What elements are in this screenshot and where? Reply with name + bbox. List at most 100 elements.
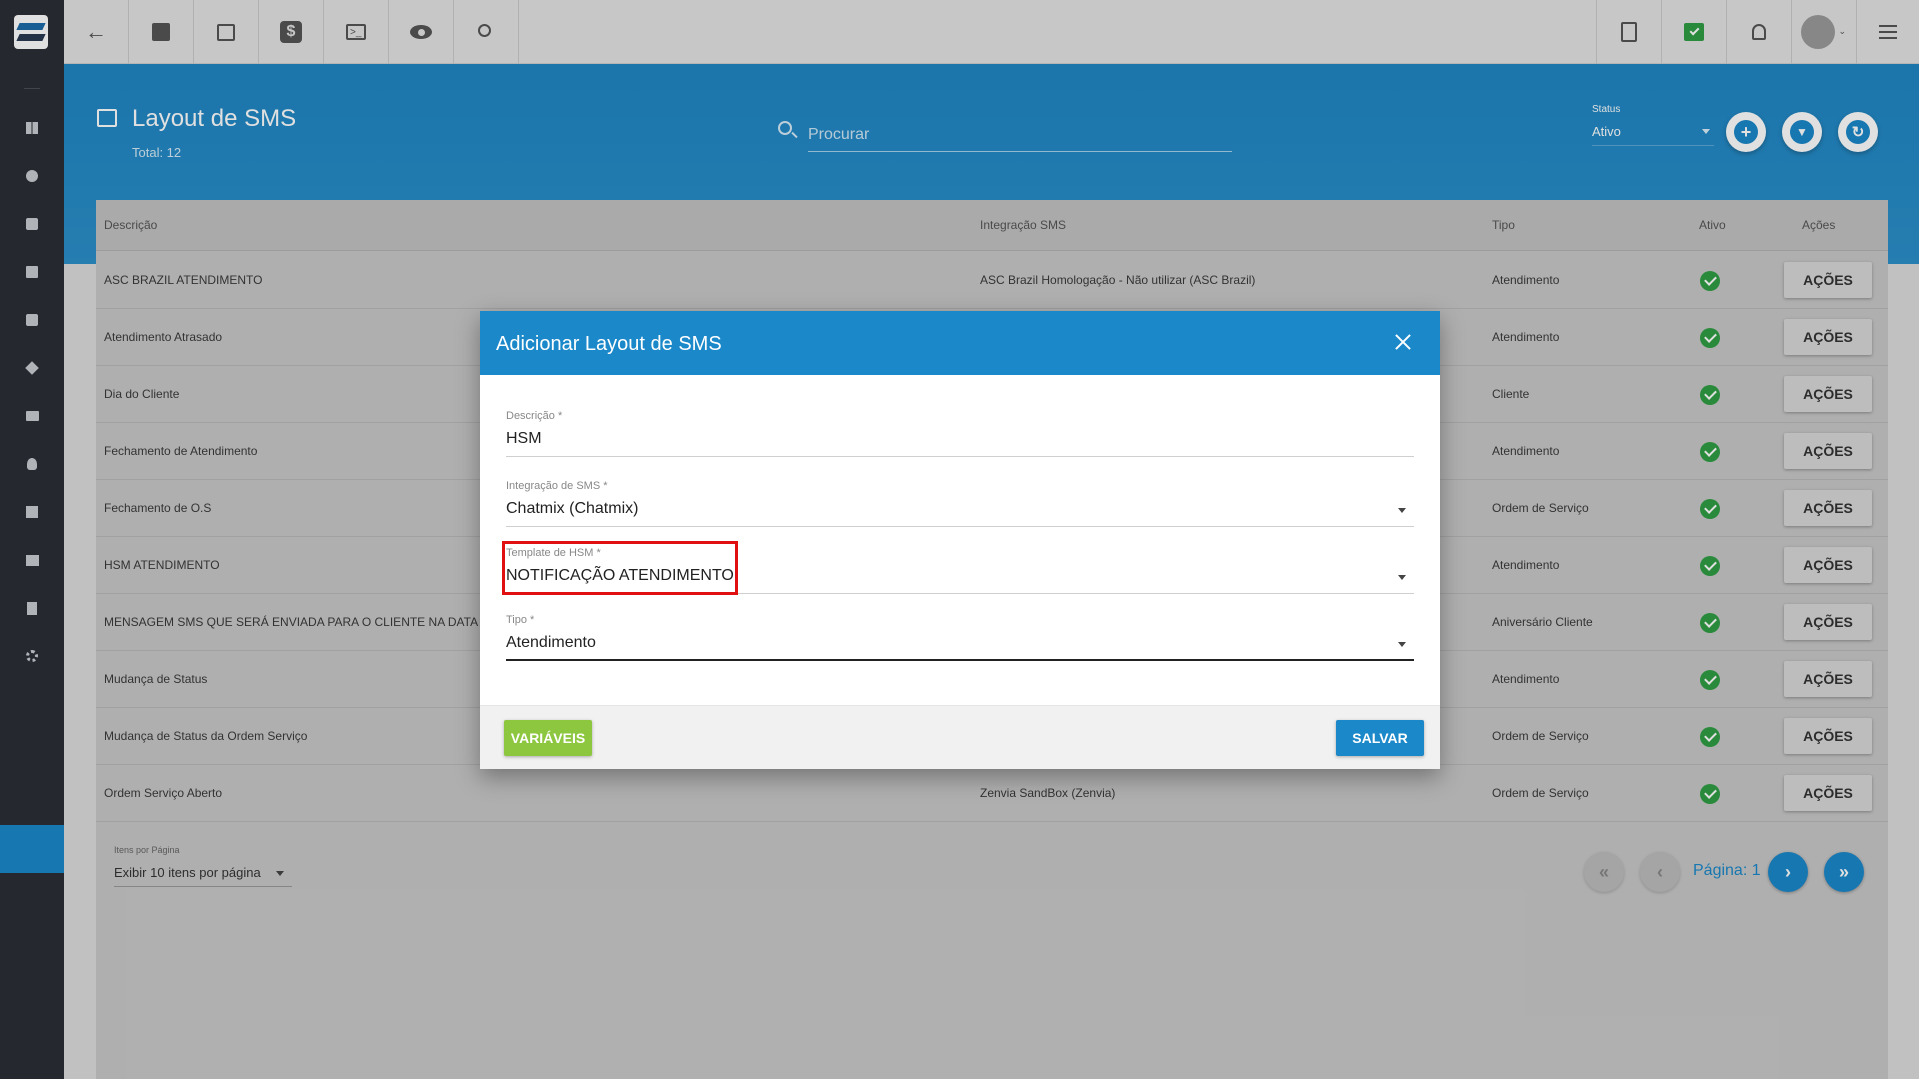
pdf-file-icon[interactable] (1596, 0, 1661, 64)
per-page-select[interactable]: Exibir 10 itens por página (114, 863, 292, 887)
status-label: Status (1592, 104, 1621, 115)
actions-button[interactable]: AÇÕES (1784, 604, 1872, 640)
calendar-icon[interactable] (24, 312, 40, 328)
row-descricao: Mudança de Status da Ordem Serviço (104, 729, 308, 743)
add-button[interactable]: + (1726, 112, 1766, 152)
dialog-header: Adicionar Layout de SMS (480, 311, 1440, 375)
terminal-icon[interactable]: >_ (324, 0, 389, 64)
sidebar-divider (24, 88, 40, 89)
person-pin-icon[interactable] (24, 456, 40, 472)
prev-page-button[interactable]: ‹ (1640, 852, 1680, 892)
palette-icon[interactable] (24, 168, 40, 184)
contact-card-icon[interactable] (129, 0, 194, 64)
sidebar-active-indicator[interactable] (0, 825, 64, 873)
bell-icon[interactable] (1726, 0, 1791, 64)
close-icon[interactable] (1392, 331, 1414, 353)
avatar[interactable]: ⌄ (1791, 0, 1856, 64)
integracao-dropdown[interactable]: Chatmix (Chatmix) (506, 499, 1414, 527)
chevron-down-icon (1702, 129, 1710, 134)
row-tipo: Ordem de Serviço (1492, 786, 1589, 800)
actions-button[interactable]: AÇÕES (1784, 319, 1872, 355)
integracao-select[interactable]: Integração de SMS * Chatmix (Chatmix) (506, 480, 1414, 527)
storage-icon[interactable] (24, 552, 40, 568)
table-row[interactable]: Ordem Serviço Aberto Zenvia SandBox (Zen… (96, 765, 1888, 822)
document-icon[interactable] (24, 600, 40, 616)
app-logo[interactable] (14, 15, 48, 49)
table-header: Descrição Integração SMS Tipo Ativo Açõe… (96, 200, 1888, 251)
dialog-title: Adicionar Layout de SMS (496, 333, 722, 355)
per-page-label: Itens por Página (114, 845, 180, 855)
active-check-icon (1700, 442, 1720, 462)
money-icon[interactable] (24, 408, 40, 424)
active-check-icon (1700, 499, 1720, 519)
descricao-input[interactable]: HSM (506, 429, 1414, 457)
calendar-clock-icon[interactable] (194, 0, 259, 64)
row-integracao: ASC Brazil Homologação - Não utilizar (A… (980, 273, 1256, 287)
dollar-icon[interactable]: $ (259, 0, 324, 64)
refresh-button[interactable]: ↻ (1838, 112, 1878, 152)
row-tipo: Atendimento (1492, 330, 1560, 344)
menu-list-icon[interactable] (1856, 0, 1919, 64)
row-integracao: Zenvia SandBox (Zenvia) (980, 786, 1116, 800)
filter-button[interactable]: ▼ (1782, 112, 1822, 152)
column-integracao[interactable]: Integração SMS (980, 218, 1066, 232)
row-descricao: MENSAGEM SMS QUE SERÁ ENVIADA PARA O CLI… (104, 615, 479, 629)
row-tipo: Atendimento (1492, 672, 1560, 686)
search-input[interactable] (808, 118, 1232, 152)
list-icon[interactable] (24, 504, 40, 520)
dashboard-icon[interactable] (24, 120, 40, 136)
actions-button[interactable]: AÇÕES (1784, 376, 1872, 412)
actions-button[interactable]: AÇÕES (1784, 775, 1872, 811)
save-button[interactable]: SALVAR (1336, 720, 1424, 756)
first-page-button[interactable]: « (1584, 852, 1624, 892)
search-icon[interactable] (454, 0, 519, 64)
book-icon[interactable] (24, 264, 40, 280)
actions-button[interactable]: AÇÕES (1784, 547, 1872, 583)
tipo-dropdown[interactable]: Atendimento (506, 633, 1414, 661)
page-title: Layout de SMS (132, 105, 297, 132)
next-page-button[interactable]: › (1768, 852, 1808, 892)
row-tipo: Atendimento (1492, 444, 1560, 458)
actions-button[interactable]: AÇÕES (1784, 661, 1872, 697)
active-check-icon (1700, 328, 1720, 348)
contact-icon[interactable] (24, 216, 40, 232)
column-descricao[interactable]: Descrição (104, 218, 157, 232)
column-ativo[interactable]: Ativo (1699, 218, 1726, 232)
actions-button[interactable]: AÇÕES (1784, 433, 1872, 469)
variables-button[interactable]: VARIÁVEIS (504, 720, 592, 756)
field-label: Integração de SMS * (506, 480, 608, 492)
row-tipo: Aniversário Cliente (1492, 615, 1593, 629)
actions-button[interactable]: AÇÕES (1784, 490, 1872, 526)
add-icon: + (1734, 120, 1758, 144)
row-tipo: Atendimento (1492, 558, 1560, 572)
descricao-field[interactable]: Descrição * HSM (506, 410, 1414, 457)
refresh-icon: ↻ (1846, 120, 1870, 144)
tipo-select[interactable]: Tipo * Atendimento (506, 614, 1414, 661)
total-count: Total: 12 (132, 145, 182, 160)
box-icon[interactable] (24, 360, 40, 376)
active-check-icon (1700, 556, 1720, 576)
eye-icon[interactable] (389, 0, 454, 64)
gear-icon[interactable] (24, 648, 40, 664)
row-descricao: Dia do Cliente (104, 387, 180, 401)
chat-check-icon[interactable] (1661, 0, 1726, 64)
field-label: Descrição * (506, 410, 563, 422)
column-acoes: Ações (1802, 218, 1836, 232)
status-value: Ativo (1592, 124, 1621, 139)
field-label: Tipo * (506, 614, 535, 626)
row-tipo: Ordem de Serviço (1492, 729, 1589, 743)
column-tipo[interactable]: Tipo (1492, 218, 1515, 232)
back-arrow-icon[interactable]: ← (64, 0, 129, 64)
field-value: Atendimento (506, 634, 596, 651)
table-row[interactable]: ASC BRAZIL ATENDIMENTO ASC Brazil Homolo… (96, 252, 1888, 309)
actions-button[interactable]: AÇÕES (1784, 262, 1872, 298)
row-descricao: Ordem Serviço Aberto (104, 786, 223, 800)
chevron-down-icon (276, 871, 284, 876)
active-check-icon (1700, 670, 1720, 690)
page-indicator: Página: 1 (1693, 862, 1761, 879)
row-tipo: Cliente (1492, 387, 1530, 401)
active-check-icon (1700, 385, 1720, 405)
last-page-button[interactable]: » (1824, 852, 1864, 892)
actions-button[interactable]: AÇÕES (1784, 718, 1872, 754)
status-select[interactable]: Ativo (1592, 120, 1714, 146)
